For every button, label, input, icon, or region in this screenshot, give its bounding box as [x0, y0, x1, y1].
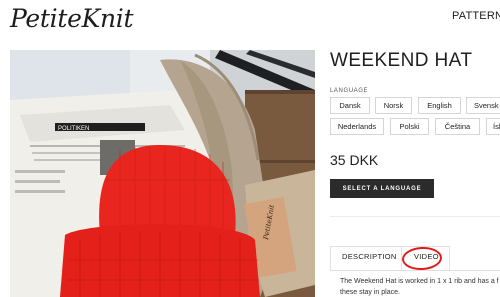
language-option-islenska[interactable]: Ísl: [486, 118, 500, 135]
language-option-nederlands[interactable]: Nederlands: [330, 118, 384, 135]
language-option-cestina[interactable]: Čeština: [435, 118, 480, 135]
language-option-svensk[interactable]: Svensk: [466, 97, 500, 114]
language-option-english[interactable]: English: [418, 97, 461, 114]
tab-description[interactable]: DESCRIPTION: [342, 252, 397, 261]
product-photo-illustration: POLITIKEN PetiteKnit: [10, 50, 315, 297]
language-option-norsk[interactable]: Norsk: [375, 97, 412, 114]
language-label: LANGUAGE: [330, 88, 369, 94]
nav-patterns-link[interactable]: PATTERNS: [452, 10, 500, 22]
description-line-2: these stay in place.: [340, 289, 400, 296]
newspaper-masthead: POLITIKEN: [58, 126, 89, 132]
section-divider: [330, 216, 500, 217]
language-option-dansk[interactable]: Dansk: [330, 97, 370, 114]
tabs-bottom-line: [330, 270, 500, 271]
product-title: WEEKEND HAT: [330, 50, 473, 71]
select-language-button[interactable]: SELECT A LANGUAGE: [330, 179, 434, 198]
product-description: The Weekend Hat is worked in 1 x 1 rib a…: [340, 276, 500, 297]
product-image[interactable]: POLITIKEN PetiteKnit: [10, 50, 315, 297]
description-line-1: The Weekend Hat is worked in 1 x 1 rib a…: [340, 278, 499, 285]
product-price: 35 DKK: [330, 152, 379, 168]
petiteknit-logo[interactable]: PetiteKnit: [10, 4, 134, 33]
language-option-polski[interactable]: Polski: [390, 118, 429, 135]
